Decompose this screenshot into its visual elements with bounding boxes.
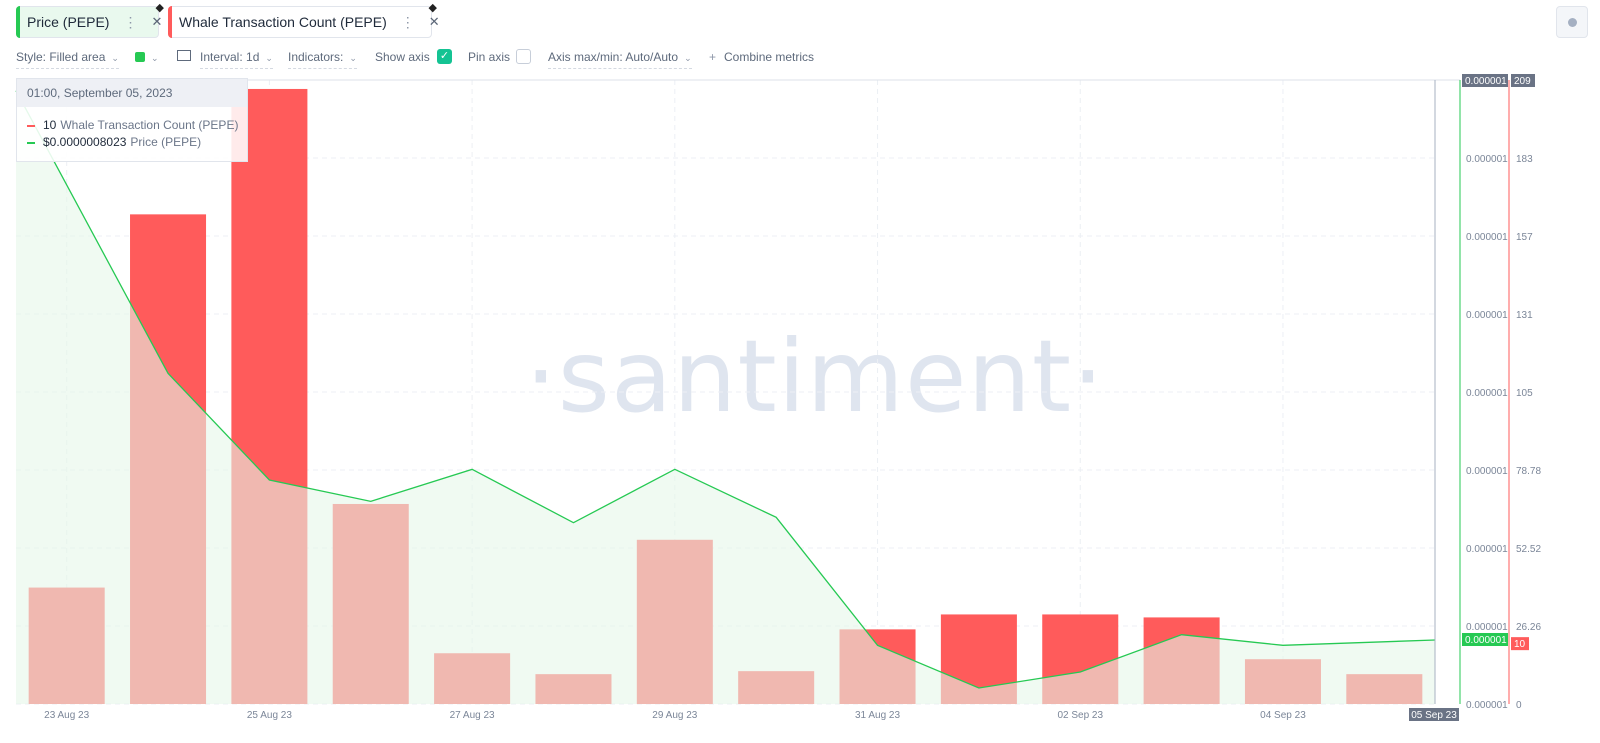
price-axis-tick-label: 0.000001 — [1466, 544, 1508, 555]
x-axis-tick-label: 23 Aug 23 — [44, 710, 89, 721]
whale-axis-tick-label: 157 — [1516, 232, 1533, 243]
price-axis-tick-label: 0.000001 — [1466, 622, 1508, 633]
x-axis-tick-label: 02 Sep 23 — [1057, 710, 1103, 721]
price-axis-tick-label: 0.000001 — [1466, 388, 1508, 399]
price-axis-tick-label: 0.000001 — [1466, 466, 1508, 477]
whale-axis-max-label: 209 — [1514, 76, 1531, 87]
tooltip-series-name: Price (PEPE) — [130, 135, 202, 149]
price-area-fill — [16, 90, 1435, 704]
whale-axis-tick-label: 52.52 — [1516, 544, 1541, 555]
whale-axis-tick-label: 183 — [1516, 154, 1533, 165]
tooltip-date: 01:00, September 05, 2023 — [17, 79, 247, 107]
x-axis-tick-label: 27 Aug 23 — [450, 710, 495, 721]
tooltip-series-name: Whale Transaction Count (PEPE) — [60, 118, 239, 132]
x-axis-tick-label: 29 Aug 23 — [652, 710, 697, 721]
x-axis-tick-label: 31 Aug 23 — [855, 710, 900, 721]
price-axis-tick-label: 0.000001 — [1466, 700, 1508, 711]
series-color-dash — [27, 141, 35, 144]
whale-current-value-label: 10 — [1514, 639, 1526, 650]
whale-axis-tick-label: 0 — [1516, 700, 1522, 711]
chart-tooltip: 01:00, September 05, 2023 10 Whale Transa… — [16, 78, 248, 162]
x-axis-tick-label: 04 Sep 23 — [1260, 710, 1306, 721]
tooltip-value: 10 — [43, 118, 57, 132]
price-axis-tick-label: 0.000001 — [1466, 310, 1508, 321]
series-color-dash — [27, 124, 35, 127]
tooltip-row-whale: 10 Whale Transaction Count (PEPE) — [27, 117, 238, 133]
tooltip-value: $0.0000008023 — [43, 135, 127, 149]
price-axis-tick-label: 0.000001 — [1466, 232, 1508, 243]
whale-axis-tick-label: 105 — [1516, 388, 1533, 399]
whale-axis-tick-label: 78.78 — [1516, 466, 1541, 477]
whale-axis-tick-label: 26.26 — [1516, 622, 1541, 633]
x-axis-current-label: 05 Sep 23 — [1411, 710, 1457, 721]
tooltip-row-price: $0.0000008023 Price (PEPE) — [27, 134, 201, 150]
price-axis-max-label: 0.000001 — [1465, 76, 1507, 87]
price-axis-tick-label: 0.000001 — [1466, 154, 1508, 165]
x-axis-tick-label: 25 Aug 23 — [247, 710, 292, 721]
price-current-value-label: 0.000001 — [1465, 635, 1507, 646]
whale-axis-tick-label: 131 — [1516, 310, 1533, 321]
